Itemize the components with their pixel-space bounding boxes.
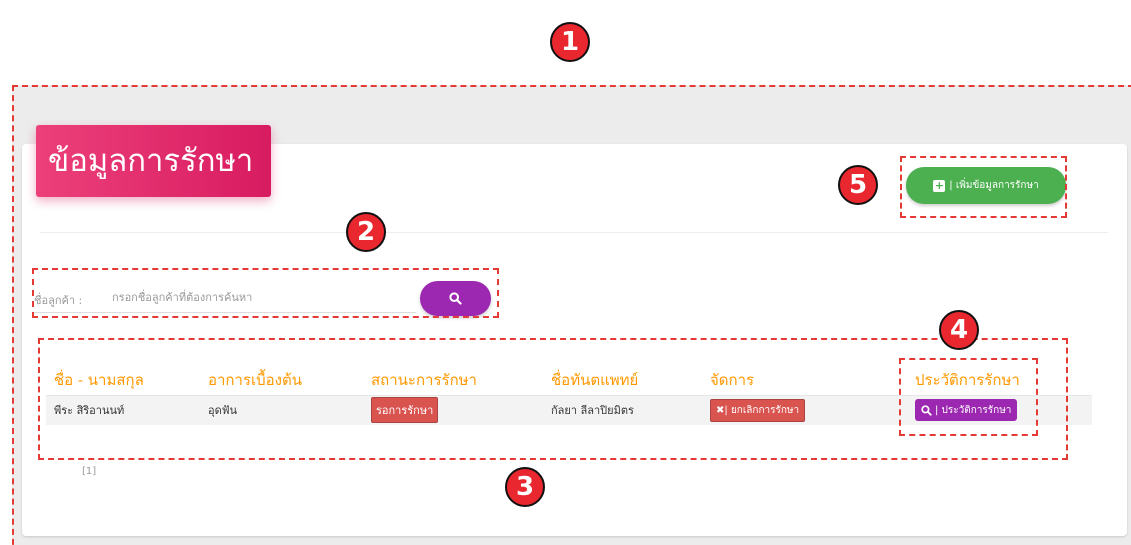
annotation-box-history (899, 358, 1038, 436)
marker-5: 5 (838, 165, 878, 205)
marker-4: 4 (939, 310, 979, 350)
annotation-box-search (32, 268, 499, 318)
marker-3: 3 (505, 467, 545, 507)
page: ข้อมูลการรักษา + | เพิ่มข้อมูลการรักษา ช… (0, 0, 1131, 545)
annotation-box-add (900, 156, 1067, 218)
marker-2: 2 (346, 212, 386, 252)
marker-1: 1 (550, 22, 590, 62)
